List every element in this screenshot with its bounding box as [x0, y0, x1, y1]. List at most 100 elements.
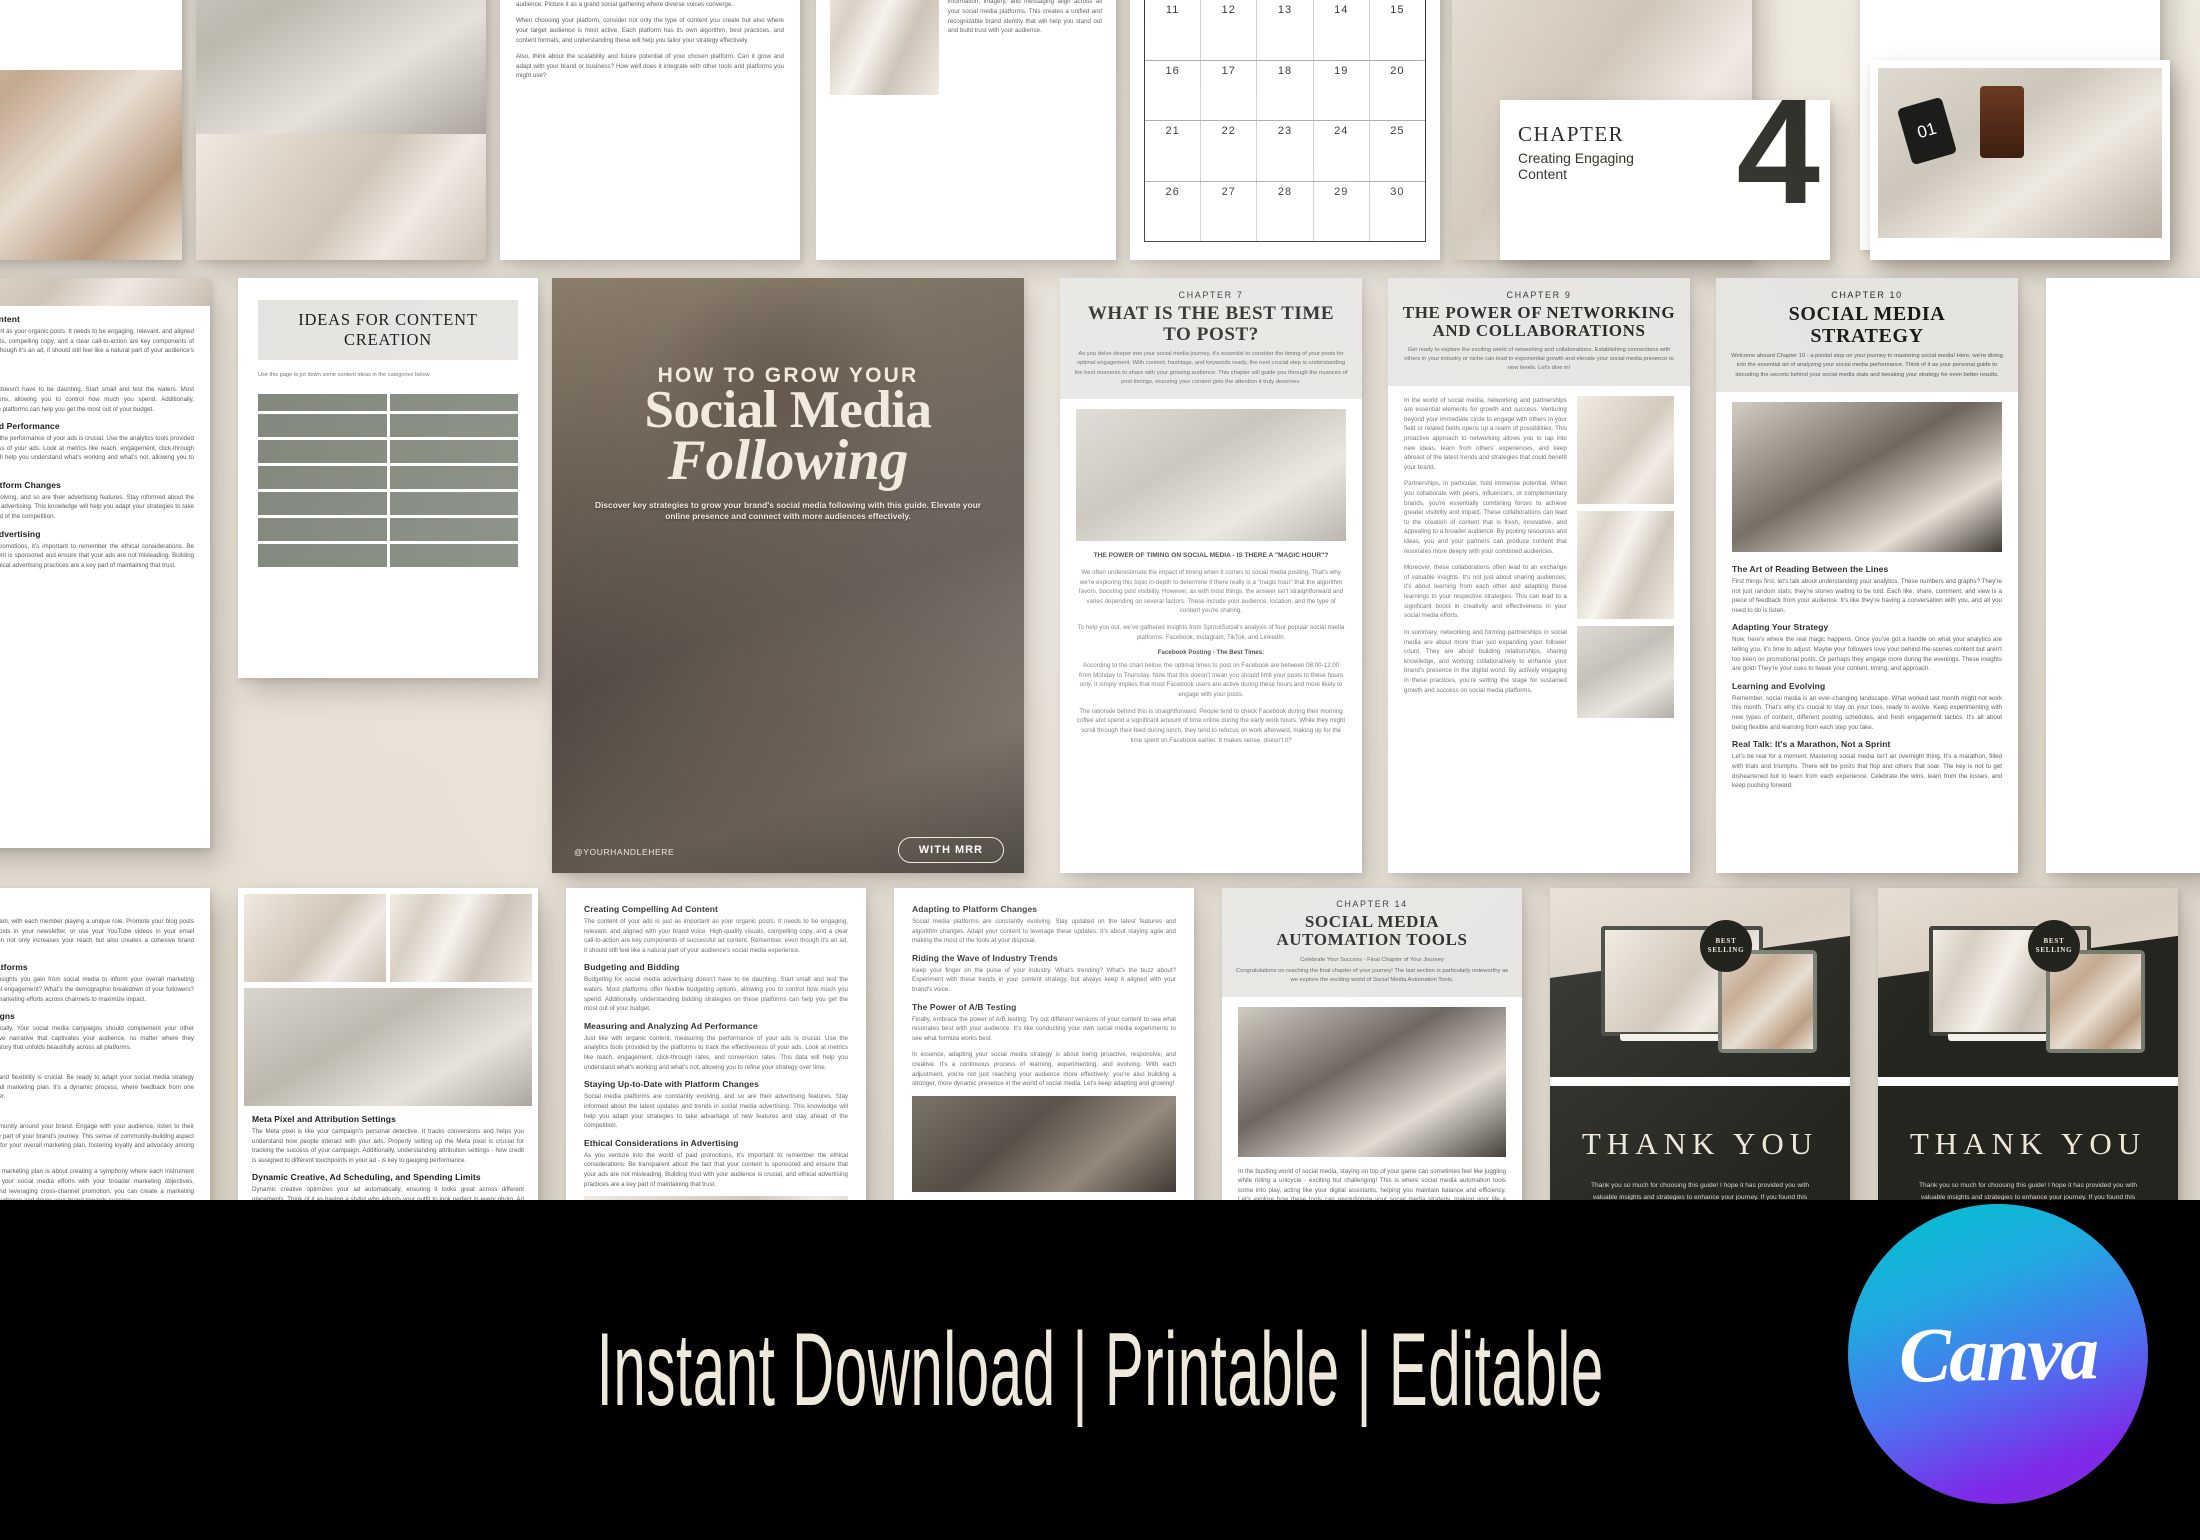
ideas-cell[interactable]: [389, 466, 518, 489]
section-heading: Dynamic Creative, Ad Scheduling, and Spe…: [252, 1172, 481, 1183]
consistency-body: Consistency in branding is vital. Ensure…: [947, 0, 1102, 35]
calendar-day-cell[interactable]: 15: [1370, 0, 1425, 60]
ideas-cell[interactable]: [258, 544, 387, 567]
badge-line1: BEST: [1715, 937, 1737, 946]
calendar-day-cell[interactable]: 22: [1201, 121, 1258, 181]
calendar-day-cell[interactable]: 12: [1201, 0, 1258, 60]
ideas-cell[interactable]: [258, 440, 387, 463]
page-content-ideas[interactable]: IDEAS FOR CONTENT CREATION Use this page…: [238, 278, 538, 678]
chapter9-paragraph: Moreover, these collaborations often lea…: [1404, 564, 1567, 620]
calendar-day-cell[interactable]: 14: [1314, 0, 1370, 60]
promo-banner-text: Instant Download | Printable | Editable: [596, 1311, 1604, 1428]
platform-sections: Adapting to Platform Changes Social media…: [912, 904, 1176, 1089]
calendar-row: 11 12 13 14 15: [1145, 0, 1425, 61]
section-body: Social media platforms are constantly ev…: [584, 1093, 848, 1130]
chapter10-kicker: CHAPTER 10: [1831, 290, 1903, 300]
thank-you-title: THANK YOU: [1581, 1125, 1819, 1161]
chapter7-section-title: THE POWER OF TIMING ON SOCIAL MEDIA - IS…: [1093, 552, 1329, 560]
calendar-day-cell[interactable]: 21: [1145, 121, 1202, 181]
section-body: Budgeting for social media advertising d…: [0, 386, 194, 413]
page-blazer-photo[interactable]: [196, 0, 486, 260]
page-platforms-list[interactable]: LinkedIn: A nexus for professionals, off…: [500, 0, 800, 260]
cross-channel-sections: Cross-Channel Promotion Think of your mar…: [0, 904, 194, 1206]
chapter7-intro: As you delve deeper into your social med…: [1074, 351, 1348, 385]
ideas-cell[interactable]: [389, 414, 518, 437]
section-body: Finally, use social media to build a com…: [0, 1122, 194, 1150]
calendar-day-cell[interactable]: 20: [1370, 61, 1425, 121]
ideas-cell[interactable]: [258, 414, 387, 437]
calendar-day-cell[interactable]: 23: [1257, 121, 1314, 181]
cover-mrr-badge: WITH MRR: [897, 837, 1004, 863]
ideas-cell[interactable]: [389, 394, 518, 411]
platforms-list: LinkedIn: A nexus for professionals, off…: [516, 0, 784, 81]
ideas-cell[interactable]: [258, 492, 387, 515]
page-chapter-10[interactable]: CHAPTER 10 SOCIAL MEDIA STRATEGY Welcome…: [1716, 278, 2018, 873]
chapter7-body3: According to the chart below, the optima…: [1078, 662, 1344, 699]
calendar-day-cell[interactable]: 16: [1145, 60, 1202, 120]
section-body: Think of your marketing channels as a te…: [0, 918, 194, 945]
section-heading: Measuring and Analyzing Ad Performance: [0, 421, 60, 432]
section-body: Budgeting for social media advertising d…: [584, 976, 848, 1013]
chapter7-body4: The rationale behind this is straightfor…: [1076, 707, 1346, 744]
page-chapter-9[interactable]: CHAPTER 9 THE POWER OF NETWORKING AND CO…: [1388, 278, 1690, 873]
calendar-day-cell[interactable]: 26: [1145, 181, 1202, 241]
page-chapter-10-overflow[interactable]: [2046, 278, 2200, 873]
ideas-grid[interactable]: [258, 394, 518, 567]
page-tiktok-consistency[interactable]: TikTok Profile Creation: TikTok is a pla…: [816, 0, 1116, 260]
calendar-day-cell[interactable]: 18: [1257, 60, 1314, 120]
calendar-day-cell[interactable]: 11: [1145, 0, 1202, 60]
chapter7-sub-title: Facebook Posting - The Best Times:: [1157, 649, 1265, 657]
section-heading: Adapting and Evolving: [0, 1060, 194, 1070]
chapter10-title: SOCIAL MEDIA STRATEGY: [1788, 303, 1946, 347]
ideas-cell[interactable]: [389, 518, 518, 541]
section-body: First things first, let's talk about und…: [1732, 577, 2002, 614]
calendar-day-cell[interactable]: 28: [1257, 181, 1314, 241]
section-body: Data is your secret weapon. Use the insi…: [0, 976, 194, 1003]
calendar-day-cell[interactable]: 17: [1201, 60, 1258, 120]
calendar-grid[interactable]: 0102030405060708091011121314151617181920…: [1144, 0, 1426, 242]
ideas-cell[interactable]: [389, 544, 518, 567]
chapter9-paragraph: Partnerships, in particular, hold immens…: [1404, 480, 1567, 555]
ideas-cell[interactable]: [258, 518, 387, 541]
ideas-cell[interactable]: [258, 466, 387, 489]
chapter4-title-line1: Creating Engaging: [1518, 150, 1634, 166]
chapter4-title-line2: Content: [1518, 166, 1568, 182]
calendar-day-cell[interactable]: 24: [1314, 121, 1370, 181]
chapter9-paragraphs: In the world of social media, networking…: [1404, 396, 1567, 718]
page-chapter-7[interactable]: CHAPTER 7 WHAT IS THE BEST TIME TO POST?…: [1060, 278, 1362, 873]
section-body: When choosing your platform, consider no…: [516, 17, 784, 44]
page-content-calendar[interactable]: 0102030405060708091011121314151617181920…: [1130, 0, 1440, 260]
calendar-day-cell[interactable]: 27: [1201, 181, 1258, 241]
section-heading: Learning and Evolving: [1732, 680, 1826, 691]
ideas-cell[interactable]: [389, 440, 518, 463]
ideas-cell[interactable]: [258, 394, 387, 411]
calendar-day-cell[interactable]: 30: [1370, 182, 1425, 242]
section-body: Social media platforms are constantly ev…: [912, 918, 1176, 945]
chapter14-sub1: Celebrate Your Success - Final Chapter o…: [1300, 956, 1444, 963]
calendar-day-cell[interactable]: 13: [1257, 0, 1314, 60]
section-heading: Budgeting and Bidding: [584, 962, 680, 973]
page-chapter-4[interactable]: CHAPTER Creating Engaging Content 4: [1500, 100, 1830, 260]
chapter9-intro: Get ready to explore the exciting world …: [1404, 346, 1674, 372]
chapter7-title: WHAT IS THE BEST TIME TO POST?: [1087, 303, 1335, 345]
section-heading: Creating Compelling Ad Content: [584, 904, 718, 914]
chapter4-number: 4: [1736, 100, 1820, 235]
section-heading: The Power of A/B Testing: [912, 1001, 1017, 1012]
section-body: The content of your ads is just as impor…: [584, 918, 848, 954]
page-coffee-photo[interactable]: 01: [1870, 60, 2170, 260]
calendar-day-cell[interactable]: 25: [1370, 121, 1425, 181]
section-heading: Measuring and Analyzing Ad Performance: [584, 1020, 758, 1031]
badge-line2-dup: SELLING: [2035, 946, 2073, 955]
section-heading: Adapting Your Strategy: [1732, 622, 1829, 633]
calendar-day-cell[interactable]: 19: [1314, 60, 1370, 120]
section-body: Social media platforms are constantly ev…: [0, 493, 194, 520]
page-ad-content[interactable]: Creating Compelling Ad Content The conten…: [0, 278, 210, 848]
section-body: The Meta pixel is like your campaign's p…: [252, 1128, 524, 1164]
page-main-cover[interactable]: HOW TO GROW YOUR Social Media Following …: [552, 278, 1024, 873]
section-body: Also, think about the scalability and fu…: [516, 53, 784, 80]
ideas-cell[interactable]: [389, 492, 518, 515]
page-profile-picture[interactable]: Every journey of creating an outstanding…: [0, 0, 182, 260]
section-body: Remember, social media is an ever-changi…: [1732, 694, 2002, 731]
ad-sections-full: Creating Compelling Ad Content The conten…: [584, 904, 848, 1189]
calendar-day-cell[interactable]: 29: [1314, 181, 1370, 241]
